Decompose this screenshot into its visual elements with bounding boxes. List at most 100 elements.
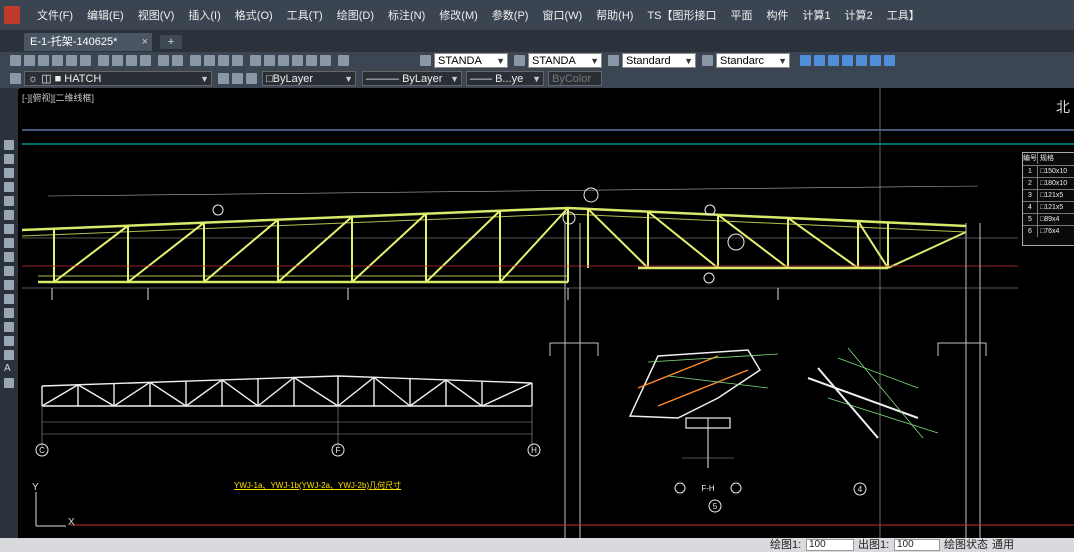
make-block-icon[interactable]	[4, 280, 14, 290]
menu-item[interactable]: 帮助(H)	[589, 7, 640, 23]
mtext-icon[interactable]: A	[4, 364, 14, 374]
plotstyle-select[interactable]: ByColor	[548, 71, 602, 86]
menu-item[interactable]: 平面	[724, 7, 760, 23]
plot-scale-input[interactable]: 100	[806, 539, 854, 551]
zoom-previous-icon[interactable]	[232, 55, 243, 66]
multileader-style-icon[interactable]	[702, 55, 713, 66]
linetype-select[interactable]: ——— ByLayer ▼	[362, 71, 462, 86]
lineweight-select[interactable]: —— B...ye ▼	[466, 71, 544, 86]
ts-tool-1-icon[interactable]	[800, 55, 811, 66]
line-icon[interactable]	[4, 140, 14, 150]
truss-diagonal	[425, 210, 501, 283]
menu-item[interactable]: 计算1	[796, 7, 838, 23]
small-truss-diagonal	[373, 376, 411, 407]
menu-item[interactable]: 绘图(D)	[330, 7, 381, 23]
viewport-controls[interactable]: [-][俯视][二维线框]	[22, 91, 94, 104]
ellipse-icon[interactable]	[4, 252, 14, 262]
table-icon[interactable]	[4, 350, 14, 360]
gradient-icon[interactable]	[4, 322, 14, 332]
polyline-icon[interactable]	[4, 154, 14, 164]
layer-state-manager-icon[interactable]	[246, 73, 257, 84]
color-select[interactable]: □ByLayer ▼	[262, 71, 356, 86]
cut-icon[interactable]	[98, 55, 109, 66]
drawing-canvas[interactable]: C F H F-H 5 4 Y X	[18, 88, 1074, 538]
menu-item[interactable]: TS【图形接口	[640, 7, 723, 23]
calculator-icon[interactable]	[320, 55, 331, 66]
pan-icon[interactable]	[190, 55, 201, 66]
hatch-icon[interactable]	[4, 308, 14, 318]
rectangle-icon[interactable]	[4, 182, 14, 192]
table-row: 5 □89x4	[1023, 213, 1074, 225]
ts-tool-3-icon[interactable]	[828, 55, 839, 66]
undo-icon[interactable]	[158, 55, 169, 66]
add-selected-icon[interactable]	[4, 378, 14, 388]
text-style-select[interactable]: STANDA ▼	[434, 53, 508, 68]
publish-icon[interactable]	[80, 55, 91, 66]
menu-item[interactable]: 工具(T)	[280, 7, 330, 23]
point-icon[interactable]	[4, 294, 14, 304]
print-icon[interactable]	[52, 55, 63, 66]
app-logo-icon[interactable]	[4, 6, 20, 24]
menu-item[interactable]: 标注(N)	[381, 7, 432, 23]
menu-item[interactable]: 编辑(E)	[80, 7, 131, 23]
ts-tool-4-icon[interactable]	[842, 55, 853, 66]
ts-tool-7-icon[interactable]	[884, 55, 895, 66]
viewcube-north[interactable]: 北	[1056, 97, 1070, 117]
menu-item[interactable]: 计算2	[838, 7, 880, 23]
markup-icon[interactable]	[306, 55, 317, 66]
zoom-window-icon[interactable]	[218, 55, 229, 66]
table-style-icon[interactable]	[608, 55, 619, 66]
preview-icon[interactable]	[66, 55, 77, 66]
arc-icon[interactable]	[4, 196, 14, 206]
tool-palettes-icon[interactable]	[278, 55, 289, 66]
revcloud-icon[interactable]	[4, 224, 14, 234]
match-properties-icon[interactable]	[140, 55, 151, 66]
paste-icon[interactable]	[126, 55, 137, 66]
chevron-down-icon: ▼	[200, 74, 209, 84]
new-tab-button[interactable]: +	[160, 35, 182, 49]
ts-tool-6-icon[interactable]	[870, 55, 881, 66]
properties-icon[interactable]	[250, 55, 261, 66]
text-style-icon[interactable]	[420, 55, 431, 66]
multileader-style-select[interactable]: Standarc ▼	[716, 53, 790, 68]
close-icon[interactable]: ×	[142, 33, 148, 51]
insert-block-icon[interactable]	[4, 266, 14, 276]
menu-item[interactable]: 修改(M)	[432, 7, 485, 23]
ts-tool-2-icon[interactable]	[814, 55, 825, 66]
print-scale-input[interactable]: 100	[894, 539, 940, 551]
menu-item[interactable]: 构件	[760, 7, 796, 23]
layer-properties-icon[interactable]	[10, 73, 21, 84]
new-icon[interactable]	[10, 55, 21, 66]
open-icon[interactable]	[24, 55, 35, 66]
design-center-icon[interactable]	[264, 55, 275, 66]
circle-icon[interactable]	[4, 210, 14, 220]
spline-icon[interactable]	[4, 238, 14, 248]
menu-item[interactable]: 插入(I)	[181, 7, 227, 23]
layer-select[interactable]: ☼ ◫ ■ HATCH ▼	[24, 71, 212, 86]
state-value[interactable]: 通用	[992, 538, 1014, 552]
polygon-icon[interactable]	[4, 168, 14, 178]
layer-previous-icon[interactable]	[232, 73, 243, 84]
menu-item[interactable]: 工具】	[880, 7, 927, 23]
menu-item[interactable]: 视图(V)	[131, 7, 182, 23]
zoom-realtime-icon[interactable]	[204, 55, 215, 66]
tab-document[interactable]: E-1-托架-140625* ×	[24, 33, 152, 51]
menu-item[interactable]: 参数(P)	[485, 7, 536, 23]
help-icon[interactable]	[338, 55, 349, 66]
make-current-icon[interactable]	[218, 73, 229, 84]
menu-item[interactable]: 文件(F)	[30, 7, 80, 23]
region-icon[interactable]	[4, 336, 14, 346]
sheet-set-icon[interactable]	[292, 55, 303, 66]
dim-style-icon[interactable]	[514, 55, 525, 66]
menu-item[interactable]: 窗口(W)	[535, 7, 589, 23]
dim-style-select[interactable]: STANDA ▼	[528, 53, 602, 68]
save-icon[interactable]	[38, 55, 49, 66]
redo-icon[interactable]	[172, 55, 183, 66]
dim-line-upper	[47, 185, 979, 197]
copy-icon[interactable]	[112, 55, 123, 66]
small-truss-diagonal	[221, 379, 259, 407]
table-style-select[interactable]: Standard ▼	[622, 53, 696, 68]
menu-item[interactable]: 格式(O)	[228, 7, 280, 23]
ts-tool-5-icon[interactable]	[856, 55, 867, 66]
axis-label-h: H	[531, 446, 537, 455]
